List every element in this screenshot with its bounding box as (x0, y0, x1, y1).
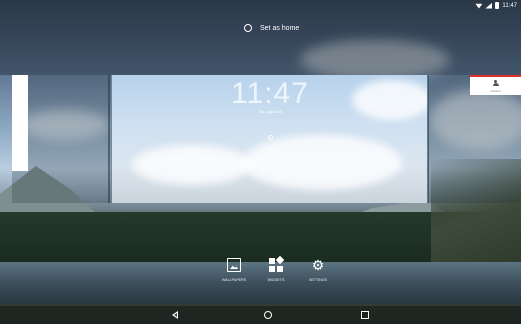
home-page-left[interactable] (12, 75, 28, 171)
recents-icon[interactable] (361, 311, 369, 319)
status-bar: 11:47 (0, 0, 521, 12)
back-icon[interactable] (172, 311, 178, 319)
home-page-current[interactable]: 11:47 Thu, August 25 (111, 75, 429, 203)
wallpapers-button[interactable]: WALLPAPERS (213, 258, 255, 282)
wallpaper-icon (227, 258, 241, 272)
wifi-icon (475, 3, 483, 9)
widgets-button[interactable]: WIDGETS (255, 255, 297, 282)
radio-button-icon[interactable] (244, 24, 252, 32)
widget-card-label: Account (490, 89, 501, 93)
page-divider-left (108, 75, 110, 203)
date-label: Thu, August 25 (258, 110, 282, 114)
widgets-label: WIDGETS (267, 278, 285, 282)
navigation-bar (0, 306, 521, 324)
widgets-icon (269, 255, 285, 272)
settings-button[interactable]: ⚙ SETTINGS (297, 258, 339, 282)
battery-icon (495, 2, 500, 9)
settings-label: SETTINGS (309, 278, 327, 282)
set-as-home-option[interactable]: Set as home (244, 24, 299, 32)
status-icons: 11:47 (475, 2, 517, 9)
widget-card[interactable]: Account (470, 75, 521, 95)
clock-widget[interactable]: 11:47 (112, 77, 428, 111)
signal-icon (485, 2, 493, 9)
wallpapers-label: WALLPAPERS (222, 278, 246, 282)
page-divider-right (427, 75, 429, 203)
page-indicator-icon (268, 135, 273, 140)
gear-icon: ⚙ (311, 257, 325, 273)
overview-options: WALLPAPERS WIDGETS ⚙ SETTINGS (213, 255, 339, 282)
status-time: 11:47 (502, 2, 517, 9)
home-icon[interactable] (264, 311, 272, 319)
person-icon (492, 80, 499, 86)
set-as-home-label: Set as home (260, 24, 300, 32)
